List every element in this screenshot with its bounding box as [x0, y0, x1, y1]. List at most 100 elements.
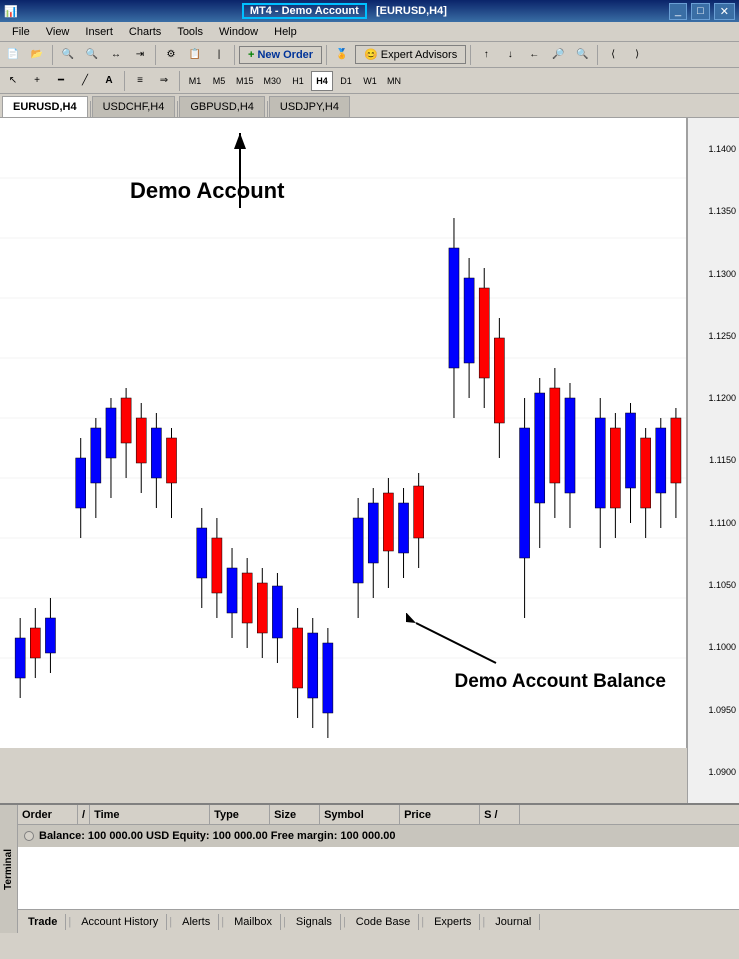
- balance-arrow: [406, 613, 506, 673]
- chart-tab-eurusd[interactable]: EURUSD,H4: [2, 96, 88, 117]
- auto-scroll-button[interactable]: ↔: [105, 44, 127, 66]
- price-axis: 1.1400 1.1350 1.1300 1.1250 1.1200 1.115…: [687, 118, 739, 803]
- up-arrow-button[interactable]: ↑: [475, 44, 497, 66]
- price-level-2: 1.1350: [688, 206, 736, 216]
- drawing-toolbar: ↖ + ━ ╱ A ≡ ⇒ M1 M5 M15 M30 H1 H4 D1 W1 …: [0, 68, 739, 94]
- title-bar: 📊 MT4 - Demo Account [EURUSD,H4] _ □ ✕: [0, 0, 739, 22]
- price-level-5: 1.1200: [688, 393, 736, 403]
- terminal-tab-journal[interactable]: Journal: [487, 914, 540, 930]
- down-arrow-button[interactable]: ↓: [499, 44, 521, 66]
- terminal-tab-trade[interactable]: Trade: [20, 914, 66, 930]
- main-wrapper: EURUSD,H4 USDCHF,H4 GBPUSD,H4 USDJPY,H4 …: [0, 94, 739, 933]
- price-level-9: 1.1000: [688, 642, 736, 652]
- expert-icon: 😊: [364, 48, 378, 61]
- magnify-plus-button[interactable]: 🔎: [547, 44, 569, 66]
- price-level-10: 1.0950: [688, 705, 736, 715]
- chart-tab-usdjpy[interactable]: USDJPY,H4: [269, 96, 350, 117]
- menu-help[interactable]: Help: [266, 24, 305, 40]
- candlestick-chart: [0, 118, 686, 748]
- terminal-tab-code-base[interactable]: Code Base: [348, 914, 419, 930]
- magnify-minus-button[interactable]: 🔍: [571, 44, 593, 66]
- col-price: Price: [400, 805, 480, 824]
- terminal-vertical-label: Terminal: [0, 805, 18, 933]
- period-m15-quick[interactable]: M15: [232, 70, 258, 92]
- price-level-11: 1.0900: [688, 767, 736, 777]
- open-button[interactable]: 📂: [26, 44, 48, 66]
- expert-advisors-button[interactable]: 😊 Expert Advisors: [355, 45, 466, 64]
- chart-tabs: EURUSD,H4 USDCHF,H4 GBPUSD,H4 USDJPY,H4: [0, 94, 739, 118]
- toolbar1: 📄 📂 🔍 🔍 ↔ ⇥ ⚙ 📋 | + New Order 🏅 😊 Expert…: [0, 42, 739, 68]
- period-m5-quick[interactable]: M5: [208, 70, 230, 92]
- minimize-button[interactable]: _: [669, 3, 687, 20]
- period-d1-quick[interactable]: D1: [335, 70, 357, 92]
- cursor-button[interactable]: ↖: [2, 70, 24, 92]
- price-level-3: 1.1300: [688, 269, 736, 279]
- expert-label: Expert Advisors: [381, 49, 457, 61]
- balance-text: Balance: 100 000.00 USD Equity: 100 000.…: [39, 830, 395, 842]
- col-sl: S /: [480, 805, 520, 824]
- menu-file[interactable]: File: [4, 24, 38, 40]
- chart-back-button[interactable]: ⟨: [602, 44, 624, 66]
- terminal-tab-signals[interactable]: Signals: [288, 914, 341, 930]
- fib-button[interactable]: ≡: [129, 70, 151, 92]
- maximize-button[interactable]: □: [691, 3, 710, 20]
- chart-shift-button[interactable]: ⇥: [129, 44, 151, 66]
- terminal-tabs: Trade | Account History | Alerts | Mailb…: [0, 909, 739, 933]
- menu-bar: File View Insert Charts Tools Window Hel…: [0, 22, 739, 42]
- new-order-icon: +: [248, 49, 254, 61]
- terminal-tab-alerts[interactable]: Alerts: [174, 914, 219, 930]
- order-columns-header: Order / Time Type Size Symbol Price S /: [18, 805, 739, 825]
- chart-tab-gbpusd[interactable]: GBPUSD,H4: [179, 96, 265, 117]
- demo-account-arrow: [185, 118, 315, 218]
- new-chart-button[interactable]: 📄: [2, 44, 24, 66]
- price-level-1: 1.1400: [688, 144, 736, 154]
- price-level-6: 1.1150: [688, 455, 736, 465]
- terminal-tab-mailbox[interactable]: Mailbox: [226, 914, 281, 930]
- terminal-body: Order / Time Type Size Symbol Price S / …: [18, 805, 739, 909]
- crosshair-button[interactable]: +: [26, 70, 48, 92]
- menu-insert[interactable]: Insert: [77, 24, 121, 40]
- col-size: Size: [270, 805, 320, 824]
- period-separator-button[interactable]: |: [208, 44, 230, 66]
- order-list-empty: [18, 847, 739, 909]
- period-m1-quick[interactable]: M1: [184, 70, 206, 92]
- period-w1-quick[interactable]: W1: [359, 70, 381, 92]
- col-order: Order: [18, 805, 78, 824]
- trendline-button[interactable]: ╱: [74, 70, 96, 92]
- menu-charts[interactable]: Charts: [121, 24, 169, 40]
- col-type: Type: [210, 805, 270, 824]
- terminal-tab-account-history[interactable]: Account History: [73, 914, 167, 930]
- title-bar-icon: 📊: [4, 5, 18, 18]
- template-button[interactable]: 📋: [184, 44, 206, 66]
- title-bar-text: MT4 - Demo Account [EURUSD,H4]: [22, 5, 667, 17]
- menu-window[interactable]: Window: [211, 24, 266, 40]
- balance-indicator: [24, 831, 34, 841]
- col-slash: /: [78, 805, 90, 824]
- period-h1-quick[interactable]: H1: [287, 70, 309, 92]
- left-arrow-button[interactable]: ←: [523, 44, 545, 66]
- zoom-out-button[interactable]: 🔍: [81, 44, 103, 66]
- period-h4-quick[interactable]: H4: [311, 71, 333, 91]
- period-mn-quick[interactable]: MN: [383, 70, 405, 92]
- title-highlight: MT4 - Demo Account: [242, 3, 367, 19]
- terminal-panel: Terminal Order / Time Type Size Symbol P…: [0, 803, 739, 933]
- zoom-in-button[interactable]: 🔍: [57, 44, 79, 66]
- terminal-tab-experts[interactable]: Experts: [426, 914, 480, 930]
- balance-row: Balance: 100 000.00 USD Equity: 100 000.…: [18, 825, 739, 847]
- period-m30-quick[interactable]: M30: [260, 70, 286, 92]
- menu-tools[interactable]: Tools: [169, 24, 211, 40]
- chart-ruler-wrapper: Demo Account: [0, 118, 739, 803]
- text-button[interactable]: A: [98, 70, 120, 92]
- chart-forward-button[interactable]: ⟩: [626, 44, 648, 66]
- chart-tab-usdchf[interactable]: USDCHF,H4: [92, 96, 176, 117]
- chart-area[interactable]: Demo Account: [0, 118, 687, 748]
- new-order-label: New Order: [257, 49, 313, 61]
- arrow-tool-button[interactable]: ⇒: [153, 70, 175, 92]
- properties-button[interactable]: ⚙: [160, 44, 182, 66]
- gold-icon-button[interactable]: 🏅: [331, 44, 353, 66]
- close-button[interactable]: ✕: [714, 3, 735, 20]
- line-button[interactable]: ━: [50, 70, 72, 92]
- menu-view[interactable]: View: [38, 24, 78, 40]
- price-level-4: 1.1250: [688, 331, 736, 341]
- new-order-button[interactable]: + New Order: [239, 46, 322, 64]
